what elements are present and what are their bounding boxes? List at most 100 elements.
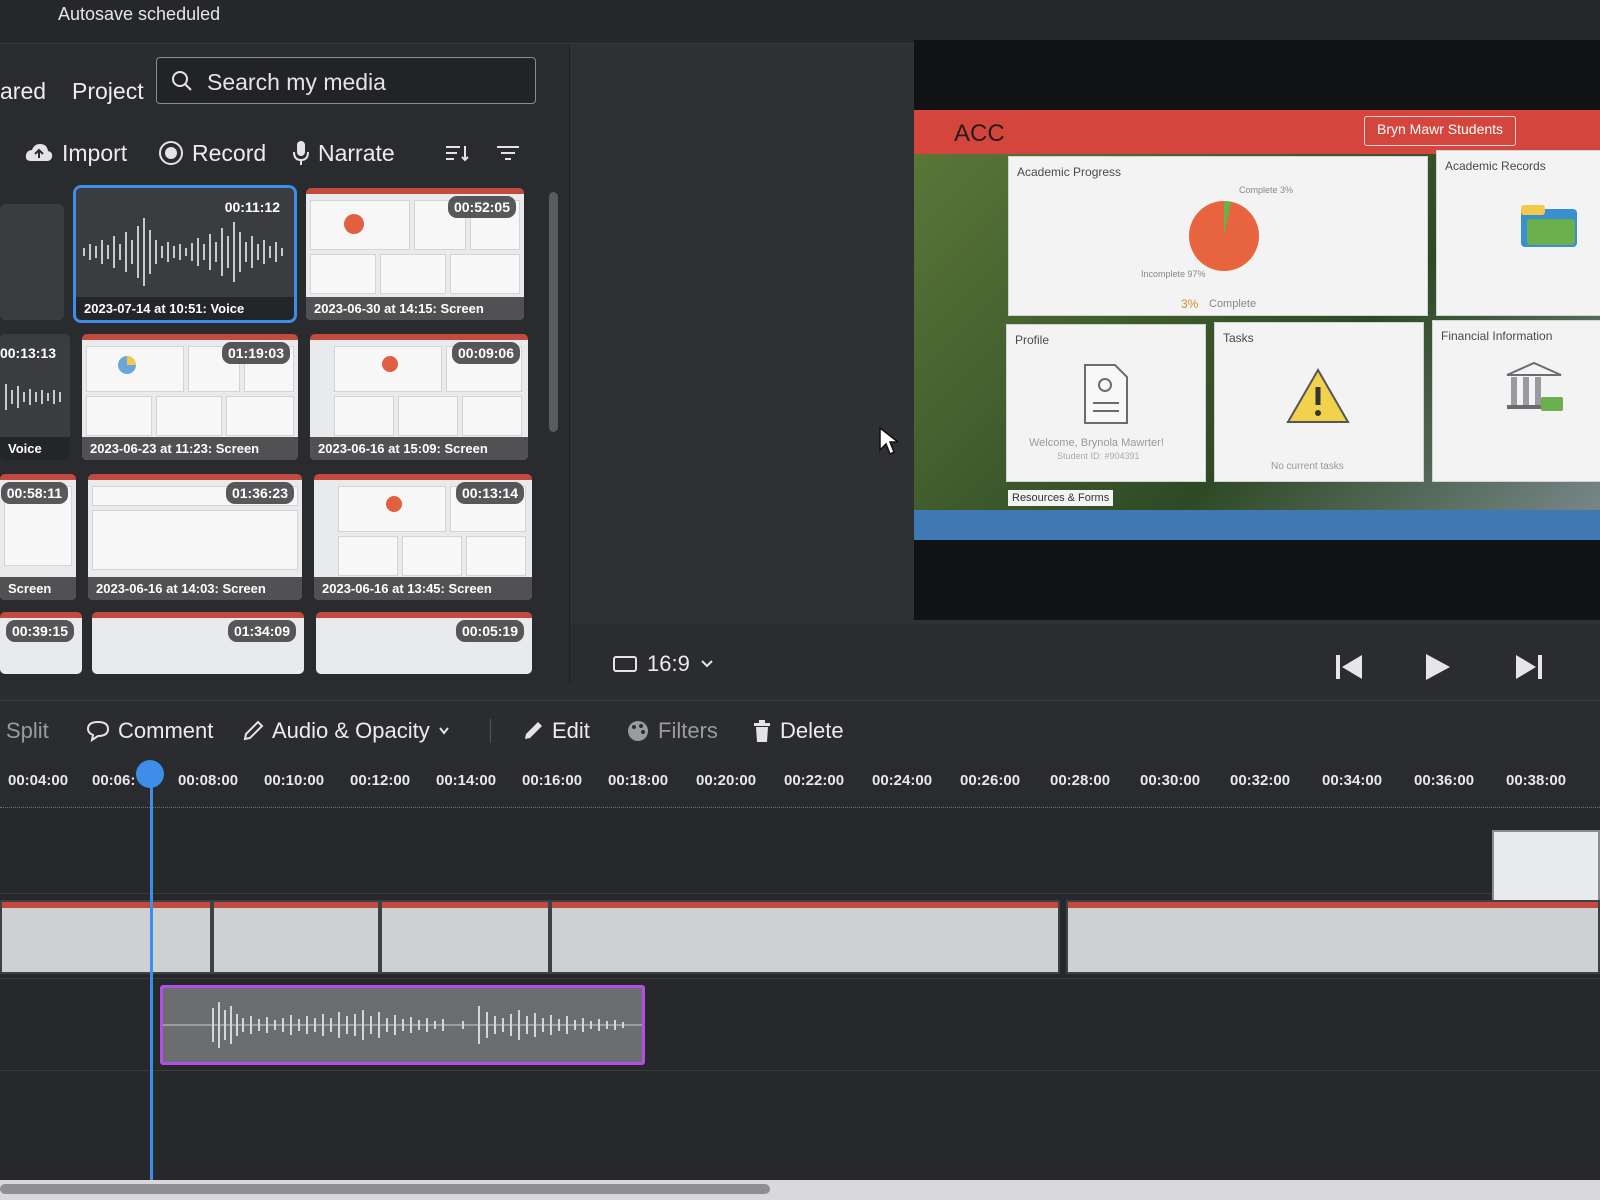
comment-label: Comment xyxy=(118,718,214,743)
comment-icon xyxy=(86,720,110,742)
record-icon xyxy=(159,141,183,165)
timeline-tick: 00:06: xyxy=(92,772,136,789)
clip-header-strip xyxy=(1068,902,1598,908)
acc-title: ACC xyxy=(954,120,1005,147)
timeline-audio-clip[interactable] xyxy=(160,985,645,1065)
timeline-tick: 00:22:00 xyxy=(784,772,845,789)
timeline-tick: 00:30:00 xyxy=(1140,772,1201,789)
timeline-video-clip[interactable] xyxy=(0,900,212,974)
duration-badge: 00:09:06 xyxy=(451,342,520,364)
cloud-upload-icon xyxy=(25,144,53,161)
aspect-ratio-value: 16:9 xyxy=(647,651,690,676)
search-input[interactable]: Search my media xyxy=(156,57,536,104)
sort-button[interactable] xyxy=(444,136,470,170)
media-item-label: 2023-06-16 at 14:03: Screen xyxy=(88,577,302,600)
card-title: Academic Progress xyxy=(1017,165,1122,179)
tab-shared[interactable]: ared xyxy=(0,78,46,105)
duration-badge: 01:36:23 xyxy=(225,482,294,504)
filters-button[interactable]: Filters xyxy=(626,714,718,748)
narrate-button[interactable]: Narrate xyxy=(292,136,395,170)
timeline-video-clip[interactable] xyxy=(380,900,550,974)
media-item[interactable]: 01:19:03 2023-06-23 at 11:23: Screen xyxy=(82,334,298,460)
tab-project[interactable]: Project xyxy=(72,78,144,105)
playhead-handle[interactable] xyxy=(136,760,164,788)
import-button[interactable]: Import xyxy=(24,136,127,170)
timeline-scrollbar-thumb[interactable] xyxy=(0,1184,770,1194)
audio-opacity-label: Audio & Opacity xyxy=(272,718,430,743)
profile-document-icon xyxy=(1084,364,1128,424)
skip-back-icon[interactable] xyxy=(1334,652,1364,682)
clip-header-strip xyxy=(2,902,210,908)
media-item[interactable]: 00:39:15 xyxy=(0,612,82,674)
chevron-down-icon xyxy=(701,660,713,668)
complete-word: Complete xyxy=(1209,298,1257,310)
aspect-ratio-dropdown[interactable]: 16:9 xyxy=(613,651,714,677)
media-item[interactable] xyxy=(0,204,64,320)
media-item[interactable]: 00:09:06 2023-06-16 at 15:09: Screen xyxy=(310,334,528,460)
delete-button[interactable]: Delete xyxy=(752,714,844,748)
media-scrollbar[interactable] xyxy=(549,192,558,432)
import-label: Import xyxy=(62,139,128,166)
media-item[interactable]: 00:52:05 2023-06-30 at 14:15: Screen xyxy=(306,188,524,320)
edit-button[interactable]: Edit xyxy=(522,714,590,748)
pencil-icon xyxy=(243,720,264,741)
timeline-tick: 00:16:00 xyxy=(522,772,583,789)
autosave-status: Autosave scheduled xyxy=(58,4,221,24)
media-item-label: Voice xyxy=(0,437,70,460)
timeline-scrollbar[interactable] xyxy=(0,1180,1600,1200)
media-item[interactable]: 01:36:23 2023-06-16 at 14:03: Screen xyxy=(88,474,302,600)
search-placeholder: Search my media xyxy=(207,69,386,95)
media-item-label: 2023-07-14 at 10:51: Voice xyxy=(76,297,294,320)
timeline-tick: 00:32:00 xyxy=(1230,772,1291,789)
toolbar-divider xyxy=(490,719,491,743)
filters-label: Filters xyxy=(658,718,718,743)
pencil-icon xyxy=(525,722,542,739)
track-divider xyxy=(0,893,1600,894)
card-title: Tasks xyxy=(1223,331,1254,345)
media-item[interactable]: 00:13:13 Voice xyxy=(0,334,70,460)
media-item-selected[interactable]: 00:11:12 2023-07-14 at 10:51: Voice xyxy=(73,185,297,323)
clip-header-strip xyxy=(214,902,378,908)
playhead-line[interactable] xyxy=(150,770,153,1180)
edit-label: Edit xyxy=(552,718,590,743)
incomplete-small: Incomplete 97% xyxy=(1141,269,1206,279)
split-button[interactable]: Split xyxy=(6,714,49,748)
media-item-label: 2023-06-23 at 11:23: Screen xyxy=(82,437,298,460)
warning-icon xyxy=(1286,367,1350,423)
record-button[interactable]: Record xyxy=(158,136,266,170)
media-item-label: Screen xyxy=(0,577,76,600)
card-financial: Financial Information xyxy=(1432,320,1600,482)
media-item[interactable]: 01:34:09 xyxy=(92,612,304,674)
search-icon xyxy=(171,70,193,97)
media-item[interactable]: 00:58:11 Screen xyxy=(0,474,76,600)
audio-opacity-dropdown[interactable]: Audio & Opacity xyxy=(242,714,450,748)
duration-badge: 00:13:14 xyxy=(455,482,524,504)
comment-button[interactable]: Comment xyxy=(86,714,213,748)
timeline-video-clip[interactable] xyxy=(212,900,380,974)
complete-small: Complete 3% xyxy=(1239,185,1294,195)
duration-badge: 00:05:19 xyxy=(455,620,524,642)
filter-button[interactable] xyxy=(496,136,520,170)
narrate-label: Narrate xyxy=(318,139,395,166)
timeline-tick: 00:04:00 xyxy=(8,772,69,789)
card-title: Financial Information xyxy=(1441,329,1553,343)
timeline-video-clip[interactable] xyxy=(1066,900,1600,974)
media-item-label: 2023-06-16 at 13:45: Screen xyxy=(314,577,532,600)
pie-icon xyxy=(1189,201,1259,271)
media-item-label: 2023-06-30 at 14:15: Screen xyxy=(306,297,524,320)
timeline-clip-top[interactable] xyxy=(1492,830,1600,904)
play-icon[interactable] xyxy=(1424,652,1452,682)
media-item-label: 2023-06-16 at 15:09: Screen xyxy=(310,437,528,460)
media-item[interactable]: 00:05:19 xyxy=(316,612,532,674)
clip-header-strip xyxy=(552,902,1058,908)
timeline-video-clip[interactable] xyxy=(550,900,1060,974)
media-item[interactable]: 00:13:14 2023-06-16 at 13:45: Screen xyxy=(314,474,532,600)
skip-forward-icon[interactable] xyxy=(1514,652,1544,682)
split-label: Split xyxy=(6,718,49,743)
duration-badge: 00:39:15 xyxy=(5,620,74,642)
audio-waveform xyxy=(163,1002,642,1048)
palette-icon xyxy=(628,721,648,741)
card-title: Profile xyxy=(1015,333,1050,347)
mouse-cursor-icon xyxy=(879,426,898,456)
card-academic-progress: Academic Progress Complete 3% Incomplete… xyxy=(1008,156,1428,316)
